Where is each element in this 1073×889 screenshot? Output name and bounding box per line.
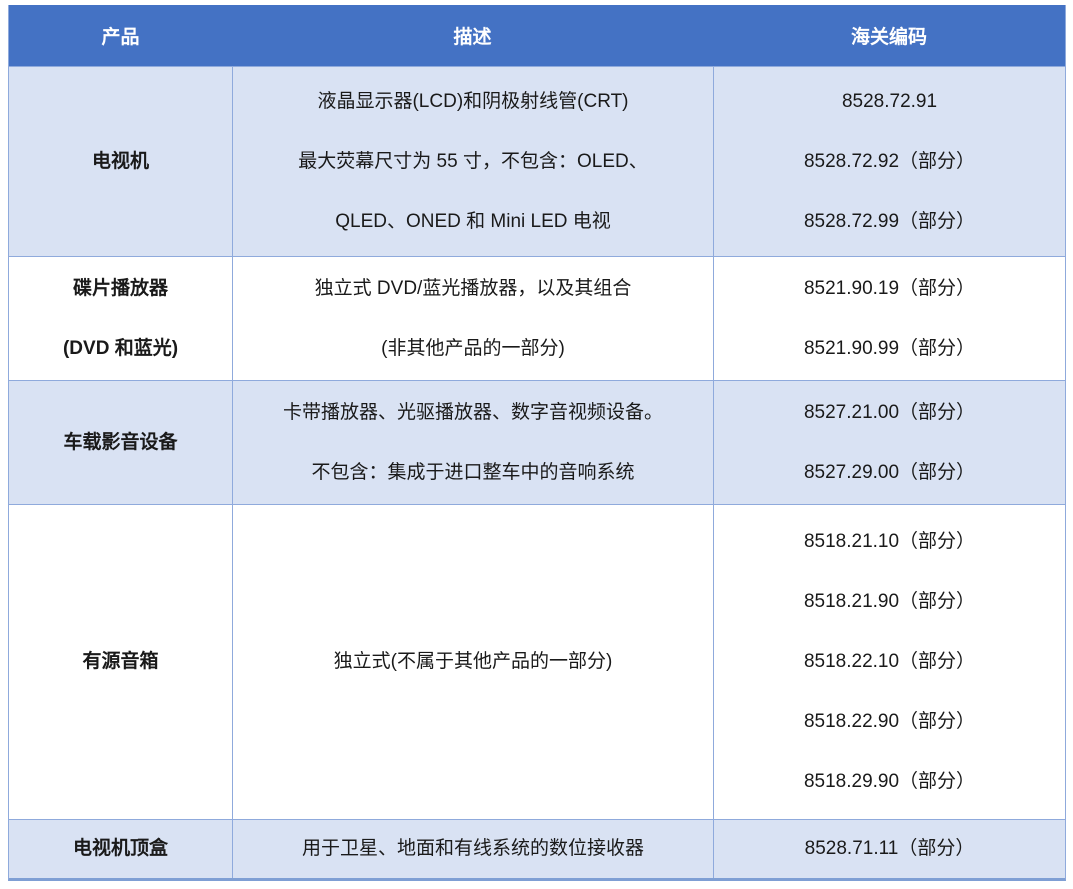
hs-code: 8521.90.19（部分） (804, 276, 975, 302)
description-line: 卡带播放器、光驱播放器、数字音视频设备。 (283, 400, 663, 426)
hs-code: 8528.72.91 (842, 89, 937, 115)
product-cell: 有源音箱 (9, 505, 232, 819)
table-row-set-top-box: 电视机顶盒 用于卫星、地面和有线系统的数位接收器 8528.71.11（部分） (9, 819, 1065, 878)
description-line: 独立式 DVD/蓝光播放器，以及其组合 (315, 276, 632, 302)
hs-code: 8527.29.00（部分） (804, 460, 975, 486)
description-line: QLED、ONED 和 Mini LED 电视 (335, 209, 611, 235)
hs-code: 8527.21.00（部分） (804, 400, 975, 426)
description-line: 不包含：集成于进口整车中的音响系统 (311, 460, 634, 486)
product-name: 电视机 (92, 149, 149, 175)
hs-code: 8521.90.99（部分） (804, 336, 975, 362)
description-line: 用于卫星、地面和有线系统的数位接收器 (302, 836, 644, 862)
product-cell: 电视机 (9, 67, 232, 256)
description-cell: 独立式 DVD/蓝光播放器，以及其组合 (非其他产品的一部分) (232, 257, 713, 380)
table-header-row: 产品 描述 海关编码 (9, 5, 1065, 66)
product-name: (DVD 和蓝光) (63, 336, 178, 362)
column-header-description: 描述 (232, 5, 713, 66)
product-name: 有源音箱 (82, 649, 158, 675)
description-cell: 用于卫星、地面和有线系统的数位接收器 (232, 820, 713, 878)
description-line: (非其他产品的一部分) (381, 336, 565, 362)
product-name: 车载影音设备 (63, 430, 177, 456)
description-cell: 独立式(不属于其他产品的一部分) (232, 505, 713, 819)
hs-codes-cell: 8527.21.00（部分） 8527.29.00（部分） (713, 381, 1065, 504)
hs-code: 8528.72.99（部分） (804, 209, 975, 235)
table-row-powered-speakers: 有源音箱 独立式(不属于其他产品的一部分) 8518.21.10（部分） 851… (9, 504, 1065, 819)
table-row-tv: 电视机 液晶显示器(LCD)和阴极射线管(CRT) 最大荧幕尺寸为 55 寸，不… (9, 66, 1065, 256)
table-row-car-av: 车载影音设备 卡带播放器、光驱播放器、数字音视频设备。 不包含：集成于进口整车中… (9, 380, 1065, 504)
page: 产品 描述 海关编码 电视机 液晶显示器(LCD)和阴极射线管(CRT) 最大荧… (0, 0, 1073, 889)
hs-code: 8518.29.90（部分） (804, 769, 975, 795)
column-header-hs-code: 海关编码 (713, 5, 1065, 66)
description-line: 液晶显示器(LCD)和阴极射线管(CRT) (317, 89, 628, 115)
description-line: 独立式(不属于其他产品的一部分) (334, 649, 613, 675)
hs-code: 8528.71.11（部分） (805, 836, 975, 862)
product-name: 碟片播放器 (73, 276, 168, 302)
product-name: 电视机顶盒 (73, 836, 168, 862)
hs-code-table: 产品 描述 海关编码 电视机 液晶显示器(LCD)和阴极射线管(CRT) 最大荧… (8, 5, 1066, 881)
product-cell: 碟片播放器 (DVD 和蓝光) (9, 257, 232, 380)
hs-codes-cell: 8521.90.19（部分） 8521.90.99（部分） (713, 257, 1065, 380)
product-cell: 电视机顶盒 (9, 820, 232, 878)
hs-code: 8528.72.92（部分） (804, 149, 975, 175)
hs-codes-cell: 8518.21.10（部分） 8518.21.90（部分） 8518.22.10… (713, 505, 1065, 819)
description-cell: 卡带播放器、光驱播放器、数字音视频设备。 不包含：集成于进口整车中的音响系统 (232, 381, 713, 504)
hs-code: 8518.22.90（部分） (804, 709, 975, 735)
description-line: 最大荧幕尺寸为 55 寸，不包含：OLED、 (298, 149, 647, 175)
hs-code: 8518.21.10（部分） (804, 529, 975, 555)
hs-codes-cell: 8528.72.91 8528.72.92（部分） 8528.72.99（部分） (713, 67, 1065, 256)
description-cell: 液晶显示器(LCD)和阴极射线管(CRT) 最大荧幕尺寸为 55 寸，不包含：O… (232, 67, 713, 256)
table-row-disc-players: 碟片播放器 (DVD 和蓝光) 独立式 DVD/蓝光播放器，以及其组合 (非其他… (9, 256, 1065, 380)
hs-code: 8518.21.90（部分） (804, 589, 975, 615)
hs-code: 8518.22.10（部分） (804, 649, 975, 675)
product-cell: 车载影音设备 (9, 381, 232, 504)
hs-codes-cell: 8528.71.11（部分） (713, 820, 1065, 878)
column-header-product: 产品 (9, 5, 232, 66)
